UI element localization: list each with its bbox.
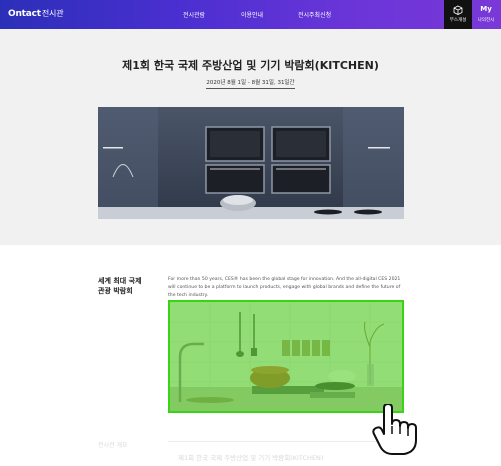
my-exhibition-label: 나의전시 — [477, 18, 495, 23]
my-exhibition-button[interactable]: My 나의전시 — [472, 0, 500, 29]
section-title: 세계 최대 국제 관광 박람회 — [98, 277, 142, 295]
booth-open-button[interactable]: 부스개설 — [444, 0, 472, 29]
pointer-hand-icon — [372, 404, 417, 455]
my-label: My — [480, 5, 492, 13]
section-description: For more than 50 years, CES® has been th… — [168, 277, 401, 298]
hero-image — [98, 107, 404, 219]
booth-open-label: 부스개설 — [449, 18, 467, 23]
cube-icon — [453, 5, 463, 15]
exhibition-date: 2020년 8월 1일 - 8월 31일, 31일간 — [0, 78, 501, 89]
logo-text: Ontact — [8, 9, 41, 19]
divider — [168, 441, 404, 442]
kitchen-photo[interactable] — [168, 300, 404, 413]
overview-title: 제1회 한국 국제 주방산업 및 기기 박람회(KITCHEN) — [178, 454, 324, 462]
overview-label: 전시관 개요 — [98, 442, 128, 449]
kitchen-hero-illustration — [98, 107, 404, 219]
green-highlight-overlay — [170, 302, 402, 411]
page-title: 제1회 한국 국제 주방산업 및 기기 박람회(KITCHEN) — [122, 59, 379, 72]
logo-sub: 전시관 — [41, 9, 64, 18]
nav-host-application[interactable]: 전시주최신청 — [298, 10, 331, 19]
top-header: Ontact전시관 전시관람 이용안내 전시주최신청 부스개설 My 나의전시 — [0, 0, 501, 29]
nav-exhibition-view[interactable]: 전시관람 — [183, 10, 205, 19]
logo[interactable]: Ontact전시관 — [8, 8, 64, 19]
exhibition-date-text: 2020년 8월 1일 - 8월 31일, 31일간 — [206, 80, 295, 89]
nav-usage-guide[interactable]: 이용안내 — [241, 10, 263, 19]
